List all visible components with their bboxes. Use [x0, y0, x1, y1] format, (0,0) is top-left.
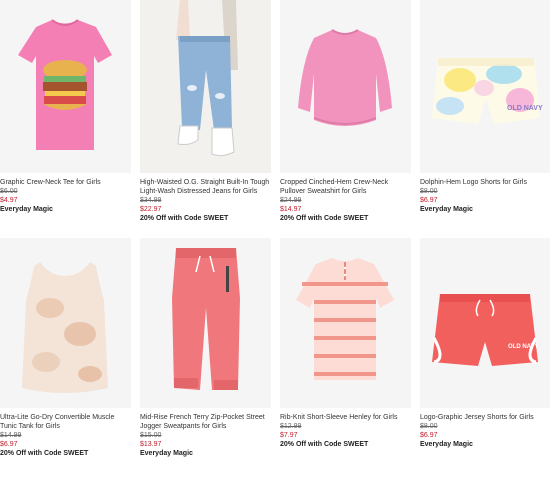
original-price: $8.00 [420, 423, 438, 430]
pink-burger-tee-image [18, 19, 112, 150]
striped-henley-image [296, 258, 394, 380]
coral-joggers-image [172, 248, 240, 390]
product-card[interactable]: Rib-Knit Short-Sleeve Henley for Girls $… [280, 238, 411, 477]
product-card[interactable]: Graphic Crew-Neck Tee for Girls $6.00 $4… [0, 0, 131, 238]
product-image[interactable] [280, 238, 411, 408]
promo-text: 20% Off with Code SWEET [0, 450, 89, 457]
product-name[interactable]: Rib-Knit Short-Sleeve Henley for Girls [280, 413, 411, 422]
sale-price: $6.97 [420, 432, 438, 439]
original-price: $15.00 [140, 432, 162, 439]
product-image[interactable] [0, 238, 131, 408]
product-name[interactable]: Dolphin-Hem Logo Shorts for Girls [420, 178, 550, 187]
original-price: $6.00 [0, 188, 18, 195]
original-price: $24.99 [280, 197, 302, 204]
product-card[interactable]: OLD NAVY Dolphin-Hem Logo Shorts for Gir… [420, 0, 550, 238]
coral-shorts-image: OLD NAVY [432, 294, 539, 366]
product-card[interactable]: Ultra-Lite Go-Dry Convertible Muscle Tun… [0, 238, 131, 477]
product-card[interactable]: Mid-Rise French Terry Zip-Pocket Street … [140, 238, 271, 477]
product-card[interactable]: OLD NAVY Logo-Graphic Jersey Shorts for … [420, 238, 550, 477]
product-name[interactable]: Logo-Graphic Jersey Shorts for Girls [420, 413, 550, 422]
product-image[interactable]: OLD NAVY [420, 0, 550, 173]
distressed-jeans-image [140, 0, 271, 173]
sale-price: $4.97 [0, 197, 18, 204]
promo-text: 20% Off with Code SWEET [140, 215, 229, 222]
product-card[interactable]: High-Waisted O.G. Straight Built-In Toug… [140, 0, 271, 238]
original-price: $8.00 [420, 188, 438, 195]
product-name[interactable]: Graphic Crew-Neck Tee for Girls [0, 178, 131, 187]
tie-dye-shorts-image: OLD NAVY [432, 58, 543, 124]
sale-price: $6.97 [420, 197, 438, 204]
svg-text:OLD NAVY: OLD NAVY [508, 344, 539, 350]
original-price: $14.99 [0, 432, 22, 439]
pink-sweatshirt-image [298, 29, 392, 126]
product-image[interactable] [280, 0, 411, 173]
svg-text:OLD NAVY: OLD NAVY [507, 105, 543, 112]
promo-text: Everyday Magic [0, 206, 53, 213]
promo-text: Everyday Magic [140, 450, 193, 457]
product-image[interactable] [0, 0, 131, 173]
product-image[interactable] [140, 0, 271, 173]
sale-price: $13.97 [140, 441, 162, 448]
product-grid: Graphic Crew-Neck Tee for Girls $6.00 $4… [0, 0, 550, 477]
promo-text: 20% Off with Code SWEET [280, 441, 369, 448]
sale-price: $14.97 [280, 206, 302, 213]
product-name[interactable]: Mid-Rise French Terry Zip-Pocket Street … [140, 413, 271, 431]
product-card[interactable]: Cropped Cinched-Hem Crew-Neck Pullover S… [280, 0, 411, 238]
product-image[interactable] [140, 238, 271, 408]
promo-text: Everyday Magic [420, 441, 473, 448]
product-name[interactable]: Cropped Cinched-Hem Crew-Neck Pullover S… [280, 178, 411, 196]
promo-text: Everyday Magic [420, 206, 473, 213]
product-name[interactable]: High-Waisted O.G. Straight Built-In Toug… [140, 178, 271, 196]
product-image[interactable]: OLD NAVY [420, 238, 550, 408]
sale-price: $6.97 [0, 441, 18, 448]
original-price: $34.99 [140, 197, 162, 204]
original-price: $12.99 [280, 423, 302, 430]
promo-text: 20% Off with Code SWEET [280, 215, 369, 222]
tie-dye-tank-image [22, 262, 108, 393]
sale-price: $7.97 [280, 432, 298, 439]
sale-price: $22.97 [140, 206, 162, 213]
product-name[interactable]: Ultra-Lite Go-Dry Convertible Muscle Tun… [0, 413, 131, 431]
